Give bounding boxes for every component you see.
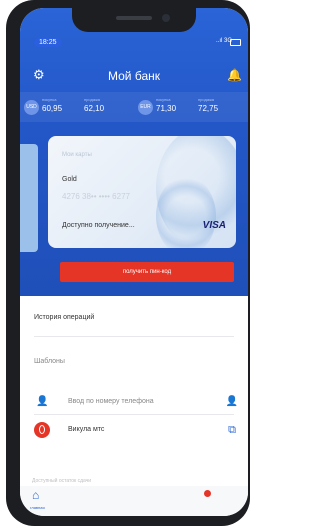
- notification-badge[interactable]: [204, 490, 211, 497]
- history-link[interactable]: История операций: [34, 314, 94, 321]
- tab-home-label[interactable]: главная: [30, 505, 45, 510]
- card-section-label: Мои карты: [62, 152, 92, 158]
- speaker: [116, 16, 152, 20]
- usd-sell-label: продажа: [84, 97, 100, 102]
- usd-buy-value: 60,95: [42, 104, 63, 113]
- usd-buy-label: покупка: [42, 97, 57, 102]
- bank-card[interactable]: Мои карты Gold 4276 38•• •••• 6277 Досту…: [48, 136, 236, 248]
- previous-card[interactable]: [20, 144, 38, 252]
- divider: [34, 414, 234, 415]
- template-item[interactable]: Ввод по номеру телефона: [68, 398, 154, 405]
- person-icon[interactable]: 👤: [226, 396, 238, 407]
- usd-icon: USD: [24, 100, 39, 115]
- get-pin-button[interactable]: получить пин-код: [60, 262, 234, 282]
- mts-logo: [34, 422, 50, 438]
- visa-logo: VISA: [202, 220, 226, 231]
- card-pattern-2: [156, 176, 216, 248]
- template-item[interactable]: Викула мтс: [68, 426, 104, 433]
- faded-text: Доступный остаток сдачи: [32, 478, 92, 484]
- screen: 18:25 ..ıl 3G ⚙ Мой банк 🔔 USD покупка 6…: [20, 8, 248, 516]
- card-name: Gold: [62, 176, 77, 183]
- status-time: 18:25: [34, 38, 62, 47]
- page-title: Мой банк: [108, 69, 160, 83]
- notch: [72, 8, 196, 32]
- card-available: Доступно получение...: [62, 222, 135, 229]
- tab-bar: [20, 486, 248, 516]
- phone-frame: 18:25 ..ıl 3G ⚙ Мой банк 🔔 USD покупка 6…: [6, 0, 250, 526]
- eur-buy-label: покупка: [156, 97, 171, 102]
- camera: [162, 14, 170, 22]
- home-icon[interactable]: ⌂: [32, 488, 39, 502]
- cards-icon[interactable]: ⧉: [228, 424, 236, 437]
- eur-sell-value: 72,75: [198, 104, 219, 113]
- divider: [34, 336, 234, 337]
- eur-buy-value: 71,30: [156, 104, 177, 113]
- templates-heading: Шаблоны: [34, 358, 65, 365]
- exchange-rates: USD покупка 60,95 продажа 62,10 EUR поку…: [20, 92, 248, 122]
- usd-sell-value: 62,10: [84, 104, 105, 113]
- battery-icon: [230, 39, 241, 46]
- card-number: 4276 38•• •••• 6277: [62, 192, 130, 201]
- person-icon: 👤: [36, 396, 49, 407]
- eur-sell-label: продажа: [198, 97, 214, 102]
- bell-icon[interactable]: 🔔: [227, 68, 242, 82]
- eur-icon: EUR: [138, 100, 153, 115]
